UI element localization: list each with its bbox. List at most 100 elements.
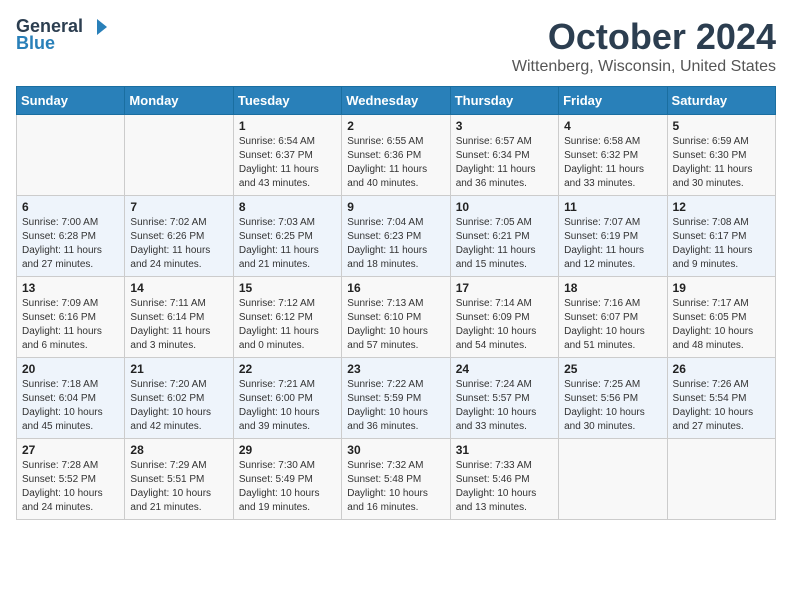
day-number: 27 [22,443,119,457]
day-number: 1 [239,119,336,133]
cell-info: Sunrise: 7:17 AM Sunset: 6:05 PM Dayligh… [673,297,770,353]
calendar-table: SundayMondayTuesdayWednesdayThursdayFrid… [16,86,776,520]
cell-info: Sunrise: 7:04 AM Sunset: 6:23 PM Dayligh… [347,216,444,272]
calendar-cell: 7 Sunrise: 7:02 AM Sunset: 6:26 PM Daylig… [125,196,233,277]
cell-info: Sunrise: 7:26 AM Sunset: 5:54 PM Dayligh… [673,378,770,434]
calendar-cell: 8 Sunrise: 7:03 AM Sunset: 6:25 PM Daylig… [233,196,341,277]
calendar-cell: 14Sunrise: 7:11 AM Sunset: 6:14 PM Dayli… [125,277,233,358]
day-number: 6 [22,200,119,214]
day-number: 22 [239,362,336,376]
cell-info: Sunrise: 7:28 AM Sunset: 5:52 PM Dayligh… [22,459,119,515]
day-number: 21 [130,362,227,376]
logo: General Blue [16,16,108,54]
month-title: October 2024 [512,16,776,58]
cell-info: Sunrise: 7:05 AM Sunset: 6:21 PM Dayligh… [456,216,553,272]
cell-info: Sunrise: 7:13 AM Sunset: 6:10 PM Dayligh… [347,297,444,353]
calendar-cell: 9 Sunrise: 7:04 AM Sunset: 6:23 PM Daylig… [342,196,450,277]
day-number: 30 [347,443,444,457]
calendar-cell: 10 Sunrise: 7:05 AM Sunset: 6:21 PM Dayli… [450,196,558,277]
calendar-cell: 11 Sunrise: 7:07 AM Sunset: 6:19 PM Dayli… [559,196,667,277]
day-number: 11 [564,200,661,214]
day-number: 3 [456,119,553,133]
cell-info: Sunrise: 7:16 AM Sunset: 6:07 PM Dayligh… [564,297,661,353]
header-day-thursday: Thursday [450,87,558,115]
calendar-cell: 27 Sunrise: 7:28 AM Sunset: 5:52 PM Dayli… [17,439,125,520]
cell-info: Sunrise: 7:32 AM Sunset: 5:48 PM Dayligh… [347,459,444,515]
cell-info: Sunrise: 7:09 AM Sunset: 6:16 PM Dayligh… [22,297,119,353]
cell-info: Sunrise: 7:12 AM Sunset: 6:12 PM Dayligh… [239,297,336,353]
calendar-cell [667,439,775,520]
calendar-cell: 22Sunrise: 7:21 AM Sunset: 6:00 PM Dayli… [233,358,341,439]
day-number: 29 [239,443,336,457]
cell-info: Sunrise: 6:59 AM Sunset: 6:30 PM Dayligh… [673,135,770,191]
calendar-cell: 24 Sunrise: 7:24 AM Sunset: 5:57 PM Dayli… [450,358,558,439]
day-number: 5 [673,119,770,133]
header-day-wednesday: Wednesday [342,87,450,115]
calendar-header: SundayMondayTuesdayWednesdayThursdayFrid… [17,87,776,115]
location: Wittenberg, Wisconsin, United States [512,58,776,76]
calendar-cell: 2Sunrise: 6:55 AM Sunset: 6:36 PM Daylig… [342,115,450,196]
day-number: 12 [673,200,770,214]
day-number: 24 [456,362,553,376]
calendar-cell: 15 Sunrise: 7:12 AM Sunset: 6:12 PM Dayli… [233,277,341,358]
cell-info: Sunrise: 7:00 AM Sunset: 6:28 PM Dayligh… [22,216,119,272]
day-number: 7 [130,200,227,214]
cell-info: Sunrise: 7:25 AM Sunset: 5:56 PM Dayligh… [564,378,661,434]
cell-info: Sunrise: 7:22 AM Sunset: 5:59 PM Dayligh… [347,378,444,434]
cell-info: Sunrise: 6:55 AM Sunset: 6:36 PM Dayligh… [347,135,444,191]
day-number: 8 [239,200,336,214]
calendar-cell: 1 Sunrise: 6:54 AM Sunset: 6:37 PM Daylig… [233,115,341,196]
calendar-cell: 5 Sunrise: 6:59 AM Sunset: 6:30 PM Daylig… [667,115,775,196]
cell-info: Sunrise: 7:07 AM Sunset: 6:19 PM Dayligh… [564,216,661,272]
logo-blue: Blue [16,33,55,54]
calendar-cell: 19 Sunrise: 7:17 AM Sunset: 6:05 PM Dayli… [667,277,775,358]
cell-info: Sunrise: 6:58 AM Sunset: 6:32 PM Dayligh… [564,135,661,191]
cell-info: Sunrise: 6:57 AM Sunset: 6:34 PM Dayligh… [456,135,553,191]
day-number: 10 [456,200,553,214]
day-number: 19 [673,281,770,295]
week-row-4: 20 Sunrise: 7:18 AM Sunset: 6:04 PM Dayli… [17,358,776,439]
logo-flag-icon [86,18,108,36]
header-day-saturday: Saturday [667,87,775,115]
cell-info: Sunrise: 7:24 AM Sunset: 5:57 PM Dayligh… [456,378,553,434]
cell-info: Sunrise: 6:54 AM Sunset: 6:37 PM Dayligh… [239,135,336,191]
day-number: 16 [347,281,444,295]
day-number: 31 [456,443,553,457]
day-number: 4 [564,119,661,133]
calendar-cell: 31Sunrise: 7:33 AM Sunset: 5:46 PM Dayli… [450,439,558,520]
cell-info: Sunrise: 7:08 AM Sunset: 6:17 PM Dayligh… [673,216,770,272]
week-row-2: 6 Sunrise: 7:00 AM Sunset: 6:28 PM Daylig… [17,196,776,277]
calendar-cell: 21Sunrise: 7:20 AM Sunset: 6:02 PM Dayli… [125,358,233,439]
title-area: October 2024 Wittenberg, Wisconsin, Unit… [512,16,776,76]
calendar-cell: 20 Sunrise: 7:18 AM Sunset: 6:04 PM Dayli… [17,358,125,439]
calendar-cell [17,115,125,196]
day-number: 20 [22,362,119,376]
header: General Blue October 2024 Wittenberg, Wi… [16,16,776,76]
header-day-monday: Monday [125,87,233,115]
calendar-cell: 6 Sunrise: 7:00 AM Sunset: 6:28 PM Daylig… [17,196,125,277]
day-number: 26 [673,362,770,376]
calendar-cell: 3 Sunrise: 6:57 AM Sunset: 6:34 PM Daylig… [450,115,558,196]
header-row: SundayMondayTuesdayWednesdayThursdayFrid… [17,87,776,115]
calendar-cell: 23 Sunrise: 7:22 AM Sunset: 5:59 PM Dayli… [342,358,450,439]
day-number: 9 [347,200,444,214]
calendar-cell [559,439,667,520]
header-day-friday: Friday [559,87,667,115]
calendar-cell: 17Sunrise: 7:14 AM Sunset: 6:09 PM Dayli… [450,277,558,358]
day-number: 25 [564,362,661,376]
day-number: 15 [239,281,336,295]
calendar-body: 1 Sunrise: 6:54 AM Sunset: 6:37 PM Daylig… [17,115,776,520]
day-number: 18 [564,281,661,295]
cell-info: Sunrise: 7:30 AM Sunset: 5:49 PM Dayligh… [239,459,336,515]
cell-info: Sunrise: 7:18 AM Sunset: 6:04 PM Dayligh… [22,378,119,434]
cell-info: Sunrise: 7:02 AM Sunset: 6:26 PM Dayligh… [130,216,227,272]
calendar-cell: 30 Sunrise: 7:32 AM Sunset: 5:48 PM Dayli… [342,439,450,520]
calendar-cell: 16 Sunrise: 7:13 AM Sunset: 6:10 PM Dayli… [342,277,450,358]
week-row-3: 13Sunrise: 7:09 AM Sunset: 6:16 PM Dayli… [17,277,776,358]
cell-info: Sunrise: 7:03 AM Sunset: 6:25 PM Dayligh… [239,216,336,272]
cell-info: Sunrise: 7:14 AM Sunset: 6:09 PM Dayligh… [456,297,553,353]
week-row-5: 27 Sunrise: 7:28 AM Sunset: 5:52 PM Dayli… [17,439,776,520]
day-number: 23 [347,362,444,376]
day-number: 28 [130,443,227,457]
week-row-1: 1 Sunrise: 6:54 AM Sunset: 6:37 PM Daylig… [17,115,776,196]
